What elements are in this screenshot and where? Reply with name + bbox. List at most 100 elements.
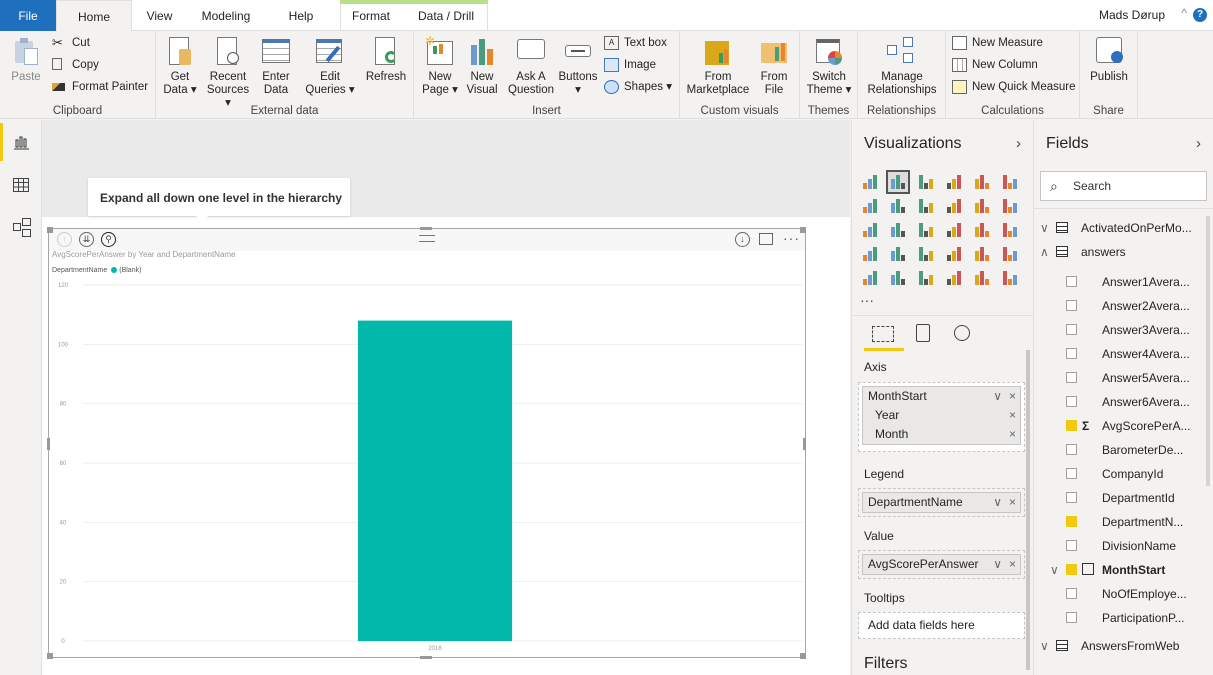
field-item[interactable]: Answer5Avera... [1034,366,1202,390]
tab-view[interactable]: View [137,0,182,31]
chevron-down-icon[interactable]: ∨ [1040,634,1049,658]
tab-data-drill[interactable]: Data / Drill [410,0,482,31]
collapse-ribbon-icon[interactable]: ^ [1181,6,1187,20]
help-icon[interactable]: ? [1193,8,1207,22]
field-item[interactable]: Answer4Avera... [1034,342,1202,366]
visual-type-icon[interactable] [860,172,880,192]
visual-type-icon[interactable] [916,268,936,288]
text-box-button[interactable]: A Text box [604,34,667,52]
visual-type-icon[interactable] [944,196,964,216]
legend-field-pill[interactable]: DepartmentName ∨ × [863,493,1020,512]
table-node[interactable]: ∨ AnswersFromWeb [1034,634,1202,658]
field-checkbox[interactable] [1066,276,1077,287]
copy-button[interactable]: Copy [52,56,99,74]
field-checkbox[interactable] [1066,324,1077,335]
field-checkbox[interactable] [1066,444,1077,455]
legend-well[interactable]: DepartmentName ∨ × [858,488,1025,517]
visual-type-icon[interactable] [888,220,908,240]
visual-type-icon[interactable] [916,244,936,264]
resize-handle[interactable] [420,656,432,659]
get-data-button[interactable]: Get Data ▾ [162,35,198,97]
tab-modeling[interactable]: Modeling [192,0,260,31]
chevron-down-icon[interactable]: ∨ [993,387,1002,406]
field-checkbox[interactable] [1066,540,1077,551]
tooltips-well[interactable]: Add data fields here [858,612,1025,639]
chevron-down-icon[interactable]: ∨ [993,555,1002,574]
tab-format[interactable]: Format [342,0,400,31]
resize-handle[interactable] [800,227,806,233]
visual-type-icon[interactable] [1000,196,1020,216]
value-field-pill[interactable]: AvgScorePerAnswer ∨ × [863,555,1020,574]
field-checkbox[interactable] [1066,468,1077,479]
visual-type-icon[interactable] [1000,268,1020,288]
field-item[interactable]: NoOfEmploye... [1034,582,1202,606]
image-button[interactable]: Image [604,56,656,74]
field-checkbox[interactable] [1066,348,1077,359]
axis-well[interactable]: MonthStart ∨ × Year × Month × [858,382,1025,452]
field-item[interactable]: CompanyId [1034,462,1202,486]
visual-type-icon[interactable] [860,268,880,288]
pane-scrollbar[interactable] [1026,350,1030,670]
new-measure-button[interactable]: New Measure [952,34,1043,52]
field-checkbox[interactable] [1066,420,1077,431]
from-marketplace-button[interactable]: From Marketplace [684,35,752,97]
buttons-button[interactable]: Buttons ▾ [556,35,600,97]
new-column-button[interactable]: New Column [952,56,1038,74]
visual-type-icon[interactable] [1000,172,1020,192]
remove-icon[interactable]: × [1009,555,1016,574]
remove-icon[interactable]: × [1009,493,1016,512]
manage-relationships-button[interactable]: Manage Relationships [862,35,942,97]
field-item[interactable]: Σ AvgScorePerA... [1034,414,1202,438]
visual-type-icon[interactable] [888,268,908,288]
user-name[interactable]: Mads Dørup [1099,8,1165,22]
remove-icon[interactable]: × [1009,387,1016,406]
visual-type-icon[interactable] [972,268,992,288]
chevron-up-icon[interactable]: ∧ [1040,240,1049,264]
resize-handle[interactable] [803,438,806,450]
field-item[interactable]: DivisionName [1034,534,1202,558]
tab-help[interactable]: Help [280,0,322,31]
visual-type-icon[interactable] [916,220,936,240]
bar[interactable] [357,320,513,641]
field-item[interactable]: DepartmentId [1034,486,1202,510]
visual-type-icon[interactable] [944,172,964,192]
field-checkbox[interactable] [1066,396,1077,407]
field-item[interactable]: Answer6Avera... [1034,390,1202,414]
visual-type-icon[interactable] [972,244,992,264]
field-checkbox[interactable] [1066,516,1077,527]
visual-type-icon[interactable] [916,196,936,216]
format-painter-button[interactable]: Format Painter [52,78,148,96]
field-checkbox[interactable] [1066,612,1077,623]
collapse-fields-icon[interactable]: › [1196,135,1201,152]
field-checkbox[interactable] [1066,564,1077,575]
model-view-button[interactable] [0,207,42,245]
shapes-button[interactable]: Shapes ▾ [604,78,672,96]
clustered-column-chart-visual[interactable]: ↑ ⇊ ⚲ ↓ ··· AvgScorePerAnswer by Year an… [48,228,806,658]
axis-sub-field[interactable]: Year × [863,406,1020,425]
resize-handle[interactable] [47,438,50,450]
analytics-icon[interactable] [954,325,970,341]
new-quick-measure-button[interactable]: New Quick Measure [952,78,1076,96]
cut-button[interactable]: ✂ Cut [52,34,90,52]
visual-type-icon[interactable] [916,172,936,192]
data-view-button[interactable] [0,165,42,203]
field-checkbox[interactable] [1066,300,1077,311]
value-well[interactable]: AvgScorePerAnswer ∨ × [858,550,1025,579]
resize-handle[interactable] [47,653,53,659]
recent-sources-button[interactable]: Recent Sources ▾ [206,35,250,110]
field-item[interactable]: Answer3Avera... [1034,318,1202,342]
field-item[interactable]: ∨ MonthStart [1034,558,1202,582]
new-visual-button[interactable]: New Visual [464,35,500,97]
publish-button[interactable]: Publish [1086,35,1132,84]
field-checkbox[interactable] [1066,372,1077,383]
remove-icon[interactable]: × [1009,406,1016,425]
more-visuals-icon[interactable]: ··· [860,292,880,312]
visual-type-icon[interactable] [944,244,964,264]
ask-question-button[interactable]: Ask A Question [508,35,554,97]
collapse-visualizations-icon[interactable]: › [1016,135,1021,152]
visual-type-icon[interactable] [972,172,992,192]
new-page-button[interactable]: ✲ New Page ▾ [422,35,458,97]
visual-type-icon[interactable] [972,220,992,240]
field-item[interactable]: Answer2Avera... [1034,294,1202,318]
chevron-down-icon[interactable]: ∨ [1050,558,1059,582]
